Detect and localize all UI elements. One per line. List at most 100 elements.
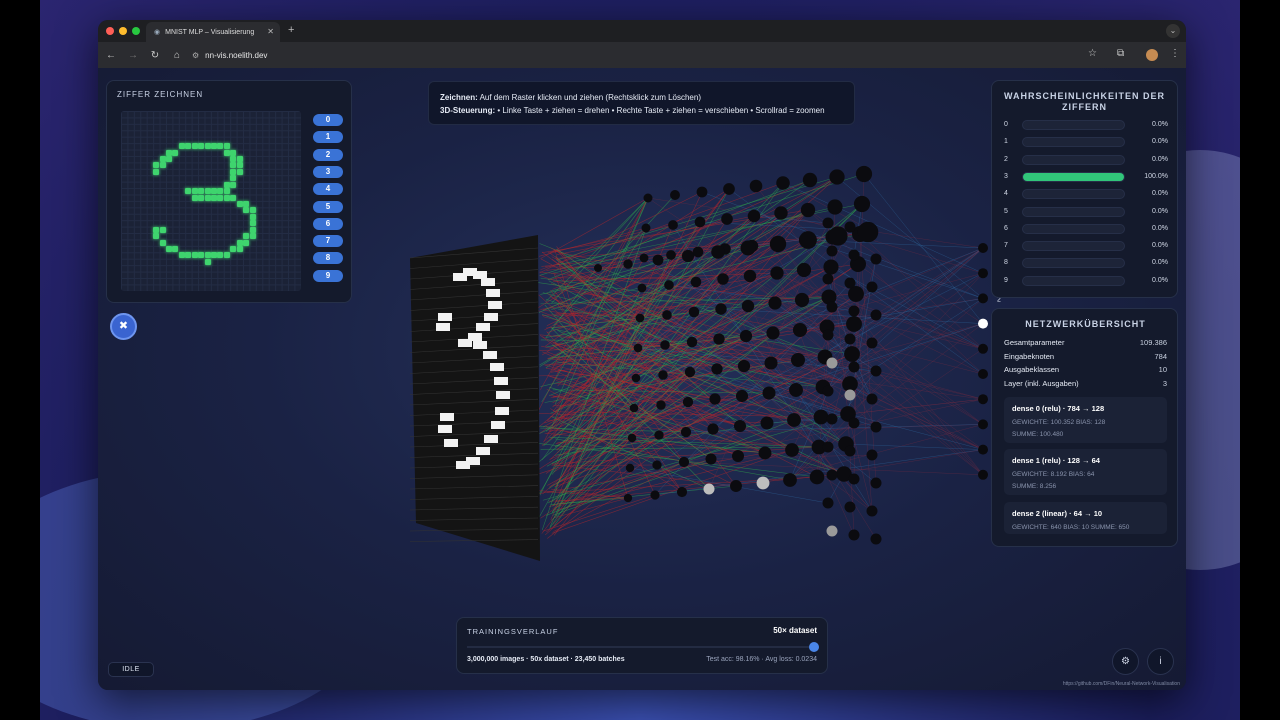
grid-pixel[interactable]	[217, 188, 224, 195]
info-button[interactable]: i	[1147, 648, 1174, 675]
grid-pixel[interactable]	[185, 252, 192, 259]
grid-pixel[interactable]	[243, 207, 250, 214]
grid-pixel[interactable]	[243, 201, 250, 208]
grid-pixel[interactable]	[185, 143, 192, 150]
grid-pixel[interactable]	[178, 252, 185, 259]
minimize-window-button[interactable]	[119, 27, 127, 35]
grid-pixel[interactable]	[166, 156, 172, 162]
extensions-icon[interactable]: ⧉	[1117, 48, 1124, 59]
grid-pixel[interactable]	[230, 194, 237, 201]
home-icon[interactable]: ⌂	[166, 50, 188, 61]
digit-button-3[interactable]: 3	[313, 165, 343, 178]
grid-pixel[interactable]	[236, 201, 243, 208]
grid-pixel[interactable]	[243, 233, 250, 240]
digit-button-0[interactable]: 0	[313, 114, 343, 126]
grid-pixel[interactable]	[204, 252, 211, 259]
forward-arrow-icon[interactable]: →	[122, 50, 144, 61]
more-menu-icon[interactable]: ⋮	[1170, 48, 1180, 59]
grid-pixel[interactable]	[223, 188, 230, 195]
grid-pixel[interactable]	[236, 162, 243, 169]
grid-pixel[interactable]	[230, 149, 237, 156]
grid-pixel[interactable]	[249, 233, 256, 240]
maximize-window-button[interactable]	[132, 27, 140, 35]
grid-pixel[interactable]	[191, 188, 198, 195]
grid-pixel[interactable]	[172, 149, 179, 156]
grid-pixel[interactable]	[236, 246, 243, 253]
close-window-button[interactable]	[106, 27, 114, 35]
grid-pixel[interactable]	[249, 220, 256, 227]
grid-pixel[interactable]	[249, 207, 256, 214]
grid-pixel[interactable]	[185, 188, 192, 195]
grid-pixel[interactable]	[217, 194, 224, 201]
grid-pixel[interactable]	[230, 181, 237, 188]
digit-button-7[interactable]: 7	[313, 235, 343, 248]
grid-pixel[interactable]	[178, 143, 185, 150]
grid-pixel[interactable]	[159, 239, 166, 246]
grid-pixel[interactable]	[153, 168, 160, 175]
chevron-down-icon[interactable]: ⌄	[1166, 24, 1180, 38]
grid-pixel[interactable]	[230, 175, 237, 182]
grid-pixel[interactable]	[198, 143, 205, 150]
digit-button-2[interactable]: 2	[313, 148, 343, 161]
grid-pixel[interactable]	[159, 162, 166, 169]
grid-pixel[interactable]	[166, 246, 172, 253]
digit-button-6[interactable]: 6	[313, 217, 343, 230]
grid-pixel[interactable]	[236, 156, 243, 162]
slider-thumb[interactable]	[809, 642, 819, 652]
grid-pixel[interactable]	[223, 149, 230, 156]
profile-avatar[interactable]	[1146, 49, 1158, 61]
grid-pixel[interactable]	[211, 143, 218, 150]
site-settings-icon[interactable]: ⚙	[192, 51, 199, 60]
grid-pixel[interactable]	[211, 252, 218, 259]
grid-pixel[interactable]	[198, 252, 205, 259]
grid-pixel[interactable]	[211, 194, 218, 201]
grid-pixel[interactable]	[223, 181, 230, 188]
grid-pixel[interactable]	[159, 156, 166, 162]
digit-button-4[interactable]: 4	[313, 183, 343, 196]
grid-pixel[interactable]	[236, 168, 243, 175]
grid-pixel[interactable]	[198, 188, 205, 195]
address-bar[interactable]: ⚙ nn-vis.noelith.dev	[186, 46, 1096, 64]
grid-pixel[interactable]	[204, 258, 211, 265]
grid-pixel[interactable]	[217, 143, 224, 150]
grid-pixel[interactable]	[198, 194, 205, 201]
grid-pixel[interactable]	[204, 188, 211, 195]
grid-pixel[interactable]	[204, 143, 211, 150]
grid-pixel[interactable]	[211, 188, 218, 195]
digit-button-1[interactable]: 1	[313, 131, 343, 144]
new-tab-icon[interactable]: +	[288, 24, 294, 36]
digit-button-5[interactable]: 5	[313, 200, 343, 213]
digit-button-9[interactable]: 9	[313, 269, 343, 282]
settings-button[interactable]: ⚙	[1112, 648, 1139, 675]
grid-pixel[interactable]	[230, 168, 237, 175]
grid-pixel[interactable]	[249, 213, 256, 220]
training-slider[interactable]	[467, 641, 819, 653]
grid-pixel[interactable]	[230, 156, 237, 162]
digit-button-8[interactable]: 8	[313, 252, 343, 265]
grid-pixel[interactable]	[191, 194, 198, 201]
close-tab-icon[interactable]: ✕	[267, 27, 274, 36]
grid-pixel[interactable]	[153, 162, 160, 169]
grid-pixel[interactable]	[191, 252, 198, 259]
back-arrow-icon[interactable]: ←	[100, 50, 122, 61]
grid-pixel[interactable]	[223, 194, 230, 201]
reload-icon[interactable]: ↻	[144, 50, 166, 61]
browser-tab[interactable]: ◉ MNIST MLP – Visualisierung ✕	[146, 22, 280, 42]
grid-pixel[interactable]	[166, 149, 172, 156]
grid-pixel[interactable]	[223, 252, 230, 259]
grid-pixel[interactable]	[236, 239, 243, 246]
grid-pixel[interactable]	[223, 143, 230, 150]
grid-pixel[interactable]	[159, 226, 166, 233]
bookmark-star-icon[interactable]: ☆	[1088, 48, 1097, 59]
repo-link[interactable]: https://github.com/DFin/Neural-Network-V…	[1063, 681, 1180, 687]
grid-pixel[interactable]	[204, 194, 211, 201]
clear-drawing-button[interactable]: ✖	[110, 313, 137, 340]
grid-pixel[interactable]	[230, 162, 237, 169]
grid-pixel[interactable]	[153, 233, 160, 240]
grid-pixel[interactable]	[217, 252, 224, 259]
grid-pixel[interactable]	[243, 239, 250, 246]
grid-pixel[interactable]	[230, 246, 237, 253]
drawing-grid[interactable]	[121, 111, 301, 291]
grid-pixel[interactable]	[249, 226, 256, 233]
grid-pixel[interactable]	[172, 246, 179, 253]
